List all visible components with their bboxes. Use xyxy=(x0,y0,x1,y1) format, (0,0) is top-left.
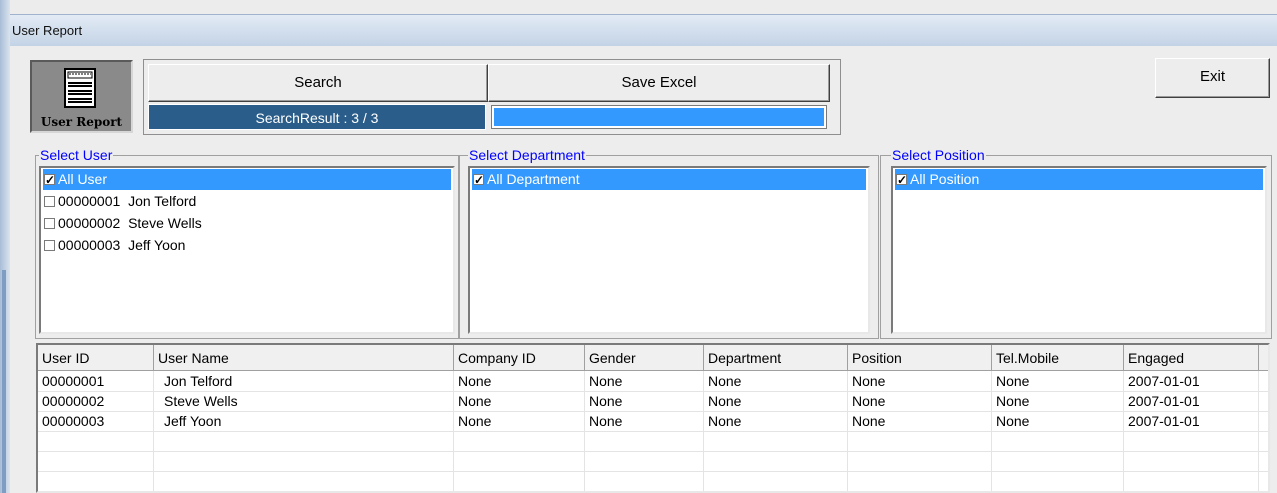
list-item-user[interactable]: 00000001 Jon Telford xyxy=(43,191,451,212)
column-header-engaged[interactable]: Engaged xyxy=(1124,345,1259,371)
user-report-window: User Report User Report Search Save Exce… xyxy=(0,0,1277,493)
user-report-table[interactable]: User ID User Name Company ID Gender Depa… xyxy=(36,343,1270,493)
column-header-tel-mobile[interactable]: Tel.Mobile xyxy=(992,345,1124,371)
exit-button[interactable]: Exit xyxy=(1155,58,1270,98)
cell-user-id: 00000003 xyxy=(42,413,105,429)
cell-engaged: 2007-01-01 xyxy=(1128,393,1200,409)
cell-gender: None xyxy=(589,373,623,389)
column-header-company-id[interactable]: Company ID xyxy=(454,345,585,371)
client-area: User Report Search Save Excel SearchResu… xyxy=(10,46,1277,493)
save-excel-button[interactable]: Save Excel xyxy=(488,64,830,102)
list-item-all-position[interactable]: All Position xyxy=(895,169,1263,191)
search-button-label: Search xyxy=(294,74,342,91)
cell-tel-mobile: None xyxy=(996,373,1030,389)
all-user-checkbox[interactable] xyxy=(44,170,55,191)
select-department-legend: Select Department xyxy=(468,147,586,163)
user-checkbox[interactable] xyxy=(44,239,55,251)
position-list[interactable]: All Position xyxy=(891,166,1267,334)
cell-user-name: Steve Wells xyxy=(164,393,238,409)
user-report-icon-button[interactable]: User Report xyxy=(30,60,133,133)
cell-position: None xyxy=(852,413,886,429)
select-user-group: Select User All User 00000001 Jon Telfor… xyxy=(35,147,459,339)
select-position-legend: Select Position xyxy=(891,147,986,163)
cell-position: None xyxy=(852,393,886,409)
cell-company-id: None xyxy=(458,393,492,409)
list-item-all-user[interactable]: All User xyxy=(43,169,451,191)
cell-engaged: 2007-01-01 xyxy=(1128,373,1200,389)
cell-department: None xyxy=(708,393,742,409)
search-result-status: SearchResult : 3 / 3 xyxy=(148,104,486,130)
progress-bar xyxy=(492,106,826,128)
list-item-user[interactable]: 00000002 Steve Wells xyxy=(43,213,451,234)
select-position-group: Select Position All Position xyxy=(880,147,1272,339)
cell-position: None xyxy=(852,373,886,389)
exit-button-label: Exit xyxy=(1199,68,1225,85)
column-header-user-name[interactable]: User Name xyxy=(154,345,454,371)
all-position-checkbox[interactable] xyxy=(896,170,907,191)
cell-company-id: None xyxy=(458,373,492,389)
list-item-all-department[interactable]: All Department xyxy=(472,169,866,191)
cell-user-id: 00000002 xyxy=(42,393,105,409)
column-header-filler xyxy=(1259,345,1268,371)
search-button[interactable]: Search xyxy=(148,64,488,102)
cell-department: None xyxy=(708,373,742,389)
all-department-checkbox[interactable] xyxy=(473,170,484,191)
cell-company-id: None xyxy=(458,413,492,429)
column-header-user-id[interactable]: User ID xyxy=(38,345,154,371)
user-report-icon-label: User Report xyxy=(40,115,123,129)
cell-tel-mobile: None xyxy=(996,413,1030,429)
user-checkbox[interactable] xyxy=(44,217,55,229)
user-checkbox[interactable] xyxy=(44,195,55,207)
department-list[interactable]: All Department xyxy=(468,166,870,334)
cell-tel-mobile: None xyxy=(996,393,1030,409)
cell-user-id: 00000001 xyxy=(42,373,105,389)
list-item-user[interactable]: 00000003 Jeff Yoon xyxy=(43,235,451,256)
action-panel: Search Save Excel SearchResult : 3 / 3 xyxy=(143,59,841,135)
cell-gender: None xyxy=(589,413,623,429)
title-bar[interactable]: User Report xyxy=(10,14,1277,46)
cell-department: None xyxy=(708,413,742,429)
select-department-group: Select Department All Department xyxy=(459,147,879,339)
window-title: User Report xyxy=(12,23,83,38)
user-list[interactable]: All User 00000001 Jon Telford 00000002 S… xyxy=(39,166,455,334)
cell-gender: None xyxy=(589,393,623,409)
cell-engaged: 2007-01-01 xyxy=(1128,413,1200,429)
save-excel-button-label: Save Excel xyxy=(621,74,697,91)
report-document-icon xyxy=(64,68,96,108)
column-header-position[interactable]: Position xyxy=(848,345,992,371)
select-user-legend: Select User xyxy=(39,147,114,163)
left-window-edge xyxy=(0,0,10,493)
cell-user-name: Jon Telford xyxy=(164,373,233,389)
column-header-department[interactable]: Department xyxy=(704,345,848,371)
column-header-gender[interactable]: Gender xyxy=(585,345,704,371)
cell-user-name: Jeff Yoon xyxy=(164,413,222,429)
